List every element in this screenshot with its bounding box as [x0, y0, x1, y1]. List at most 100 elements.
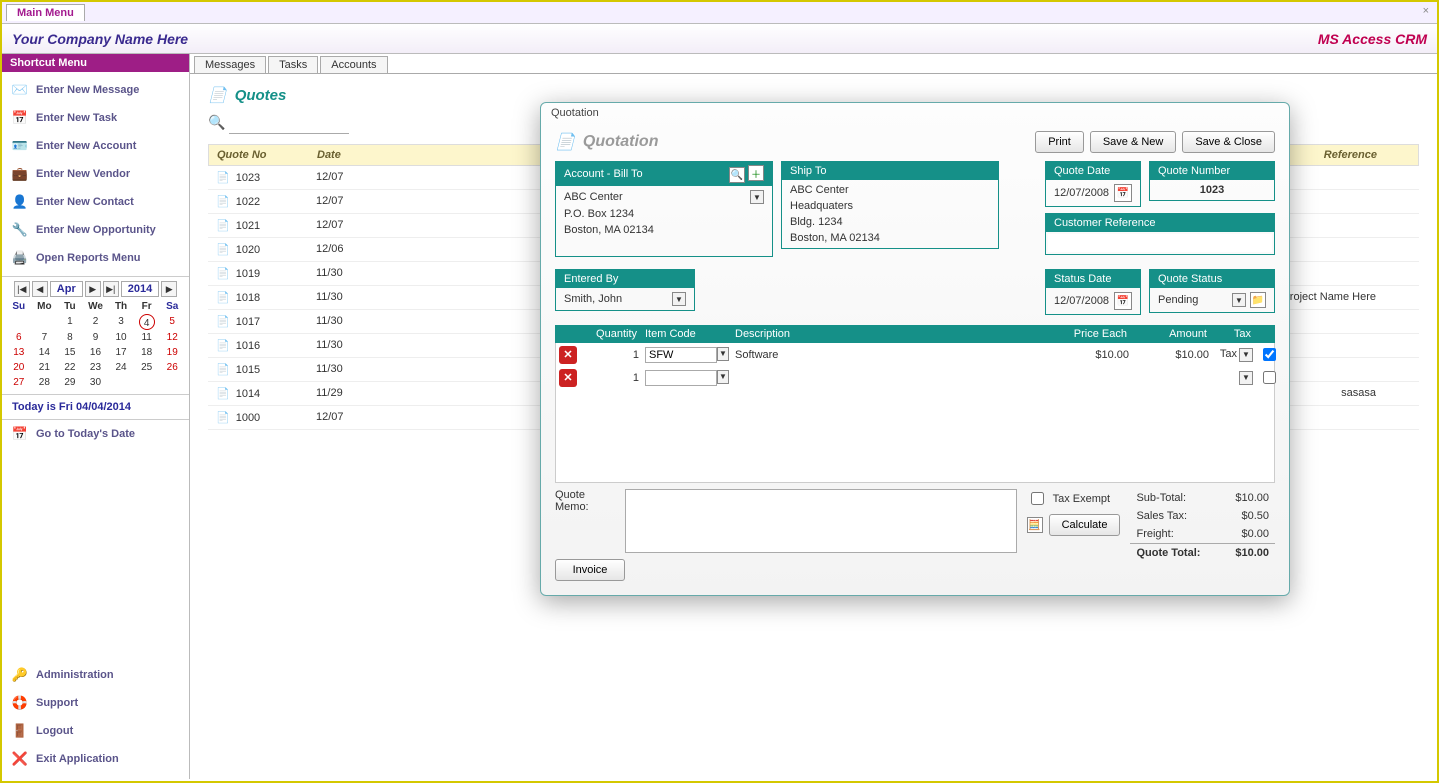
invoice-button[interactable]: Invoice — [555, 559, 625, 581]
item-code-dropdown[interactable]: ▼ — [717, 347, 729, 361]
add-account-icon[interactable]: ＋ — [748, 165, 764, 181]
cal-day[interactable]: 28 — [32, 375, 58, 390]
menu-label: Enter New Task — [36, 112, 117, 124]
document-icon: 📄 — [216, 340, 230, 352]
cal-day[interactable]: 30 — [83, 375, 109, 390]
customer-ref-input[interactable] — [1048, 234, 1272, 252]
memo-input[interactable] — [625, 489, 1017, 553]
document-icon: 📄 — [216, 172, 230, 184]
tab-accounts[interactable]: Accounts — [320, 56, 387, 73]
tax-exempt-checkbox[interactable] — [1031, 492, 1044, 505]
cal-day — [108, 375, 134, 390]
cal-day[interactable]: 3 — [108, 314, 134, 330]
sidebar-bottom-1[interactable]: 🛟Support — [2, 689, 189, 717]
cal-day[interactable]: 18 — [134, 345, 160, 360]
item-code-input[interactable] — [645, 370, 717, 386]
cal-day[interactable]: 9 — [83, 330, 109, 345]
cal-day[interactable]: 17 — [108, 345, 134, 360]
cal-day[interactable]: 8 — [57, 330, 83, 345]
entered-by-dropdown[interactable]: ▼ — [672, 292, 686, 306]
cal-day[interactable]: 29 — [57, 375, 83, 390]
cal-next-year[interactable]: ▶| — [103, 281, 119, 297]
dialog-title: Quotation — [541, 103, 1289, 123]
cal-day[interactable]: 27 — [6, 375, 32, 390]
item-row: ✕1▼▼ — [556, 366, 1274, 389]
cal-day[interactable]: 11 — [134, 330, 160, 345]
sidebar-item-1[interactable]: 📅Enter New Task — [2, 104, 189, 132]
cal-day[interactable]: 14 — [32, 345, 58, 360]
sidebar-item-4[interactable]: 👤Enter New Contact — [2, 188, 189, 216]
sidebar-bottom-3[interactable]: ❌Exit Application — [2, 745, 189, 773]
goto-today-label: Go to Today's Date — [36, 428, 135, 440]
document-icon: 📄 — [216, 412, 230, 424]
cal-day[interactable]: 4 — [139, 314, 155, 330]
tax-dropdown[interactable]: ▼ — [1239, 348, 1253, 362]
sidebar-bottom-2[interactable]: 🚪Logout — [2, 717, 189, 745]
sidebar-item-2[interactable]: 🪪Enter New Account — [2, 132, 189, 160]
delete-row-button[interactable]: ✕ — [559, 346, 577, 364]
cal-day[interactable]: 15 — [57, 345, 83, 360]
calendar: |◀ ◀ Apr ▶ ▶| 2014 ▶ SuMoTuWeThFrSa12345… — [2, 276, 189, 395]
tab-tasks[interactable]: Tasks — [268, 56, 318, 73]
cal-day[interactable]: 16 — [83, 345, 109, 360]
sidebar-item-0[interactable]: ✉️Enter New Message — [2, 76, 189, 104]
tax-dropdown[interactable]: ▼ — [1239, 371, 1253, 385]
cal-day[interactable]: 7 — [32, 330, 58, 345]
cal-day — [6, 314, 32, 330]
calculate-button[interactable]: Calculate — [1049, 514, 1121, 536]
cal-day[interactable]: 10 — [108, 330, 134, 345]
sidebar-bottom-0[interactable]: 🔑Administration — [2, 661, 189, 689]
cal-day[interactable]: 25 — [134, 360, 160, 375]
calculator-icon: 🧮 — [1027, 517, 1043, 533]
cal-year-next[interactable]: ▶ — [161, 281, 177, 297]
cal-month[interactable]: Apr — [50, 281, 83, 297]
status-dropdown[interactable]: ▼ — [1232, 293, 1246, 307]
delete-row-button[interactable]: ✕ — [559, 369, 577, 387]
quotes-search-input[interactable] — [229, 112, 349, 134]
cal-day — [32, 314, 58, 330]
cal-day[interactable]: 23 — [83, 360, 109, 375]
cal-day[interactable]: 2 — [83, 314, 109, 330]
tab-messages[interactable]: Messages — [194, 56, 266, 73]
cal-prev-month[interactable]: ◀ — [32, 281, 48, 297]
item-row: ✕1▼Software$10.00$10.00Tax▼ — [556, 343, 1274, 366]
search-account-icon[interactable]: 🔍 — [729, 167, 745, 183]
company-name: Your Company Name Here — [12, 31, 188, 47]
sidebar-item-3[interactable]: 💼Enter New Vendor — [2, 160, 189, 188]
cal-day[interactable]: 1 — [57, 314, 83, 330]
print-button[interactable]: Print — [1035, 131, 1084, 153]
item-code-input[interactable] — [645, 347, 717, 363]
cal-day[interactable]: 19 — [159, 345, 185, 360]
status-folder-icon[interactable]: 📁 — [1250, 292, 1266, 308]
menu-label: Enter New Account — [36, 140, 136, 152]
cal-next-month[interactable]: ▶ — [85, 281, 101, 297]
tax-checkbox[interactable] — [1263, 348, 1276, 361]
cal-day[interactable]: 21 — [32, 360, 58, 375]
cal-day[interactable]: 13 — [6, 345, 32, 360]
cal-day[interactable]: 5 — [159, 314, 185, 330]
cal-day[interactable]: 22 — [57, 360, 83, 375]
cal-year[interactable]: 2014 — [121, 281, 159, 297]
memo-label: Quote Memo: — [555, 489, 617, 513]
cal-day[interactable]: 20 — [6, 360, 32, 375]
sidebar-item-6[interactable]: 🖨️Open Reports Menu — [2, 244, 189, 272]
menu-icon: 🖨️ — [12, 250, 28, 266]
cal-prev-year[interactable]: |◀ — [14, 281, 30, 297]
close-icon[interactable]: × — [1423, 5, 1429, 17]
save-close-button[interactable]: Save & Close — [1182, 131, 1275, 153]
menu-icon: ✉️ — [12, 82, 28, 98]
tab-main-menu[interactable]: Main Menu — [6, 4, 85, 21]
cal-day[interactable]: 12 — [159, 330, 185, 345]
quotation-dialog: Quotation 📄 Quotation Print Save & New S… — [540, 102, 1290, 596]
item-code-dropdown[interactable]: ▼ — [717, 370, 729, 384]
cal-day[interactable]: 24 — [108, 360, 134, 375]
goto-today[interactable]: 📅 Go to Today's Date — [2, 420, 189, 448]
sidebar-item-5[interactable]: 🔧Enter New Opportunity — [2, 216, 189, 244]
status-date-picker-icon[interactable]: 📅 — [1114, 292, 1132, 310]
save-new-button[interactable]: Save & New — [1090, 131, 1177, 153]
tax-checkbox[interactable] — [1263, 371, 1276, 384]
cal-day[interactable]: 6 — [6, 330, 32, 345]
date-picker-icon[interactable]: 📅 — [1114, 184, 1132, 202]
cal-day[interactable]: 26 — [159, 360, 185, 375]
account-dropdown[interactable]: ▼ — [750, 190, 764, 204]
